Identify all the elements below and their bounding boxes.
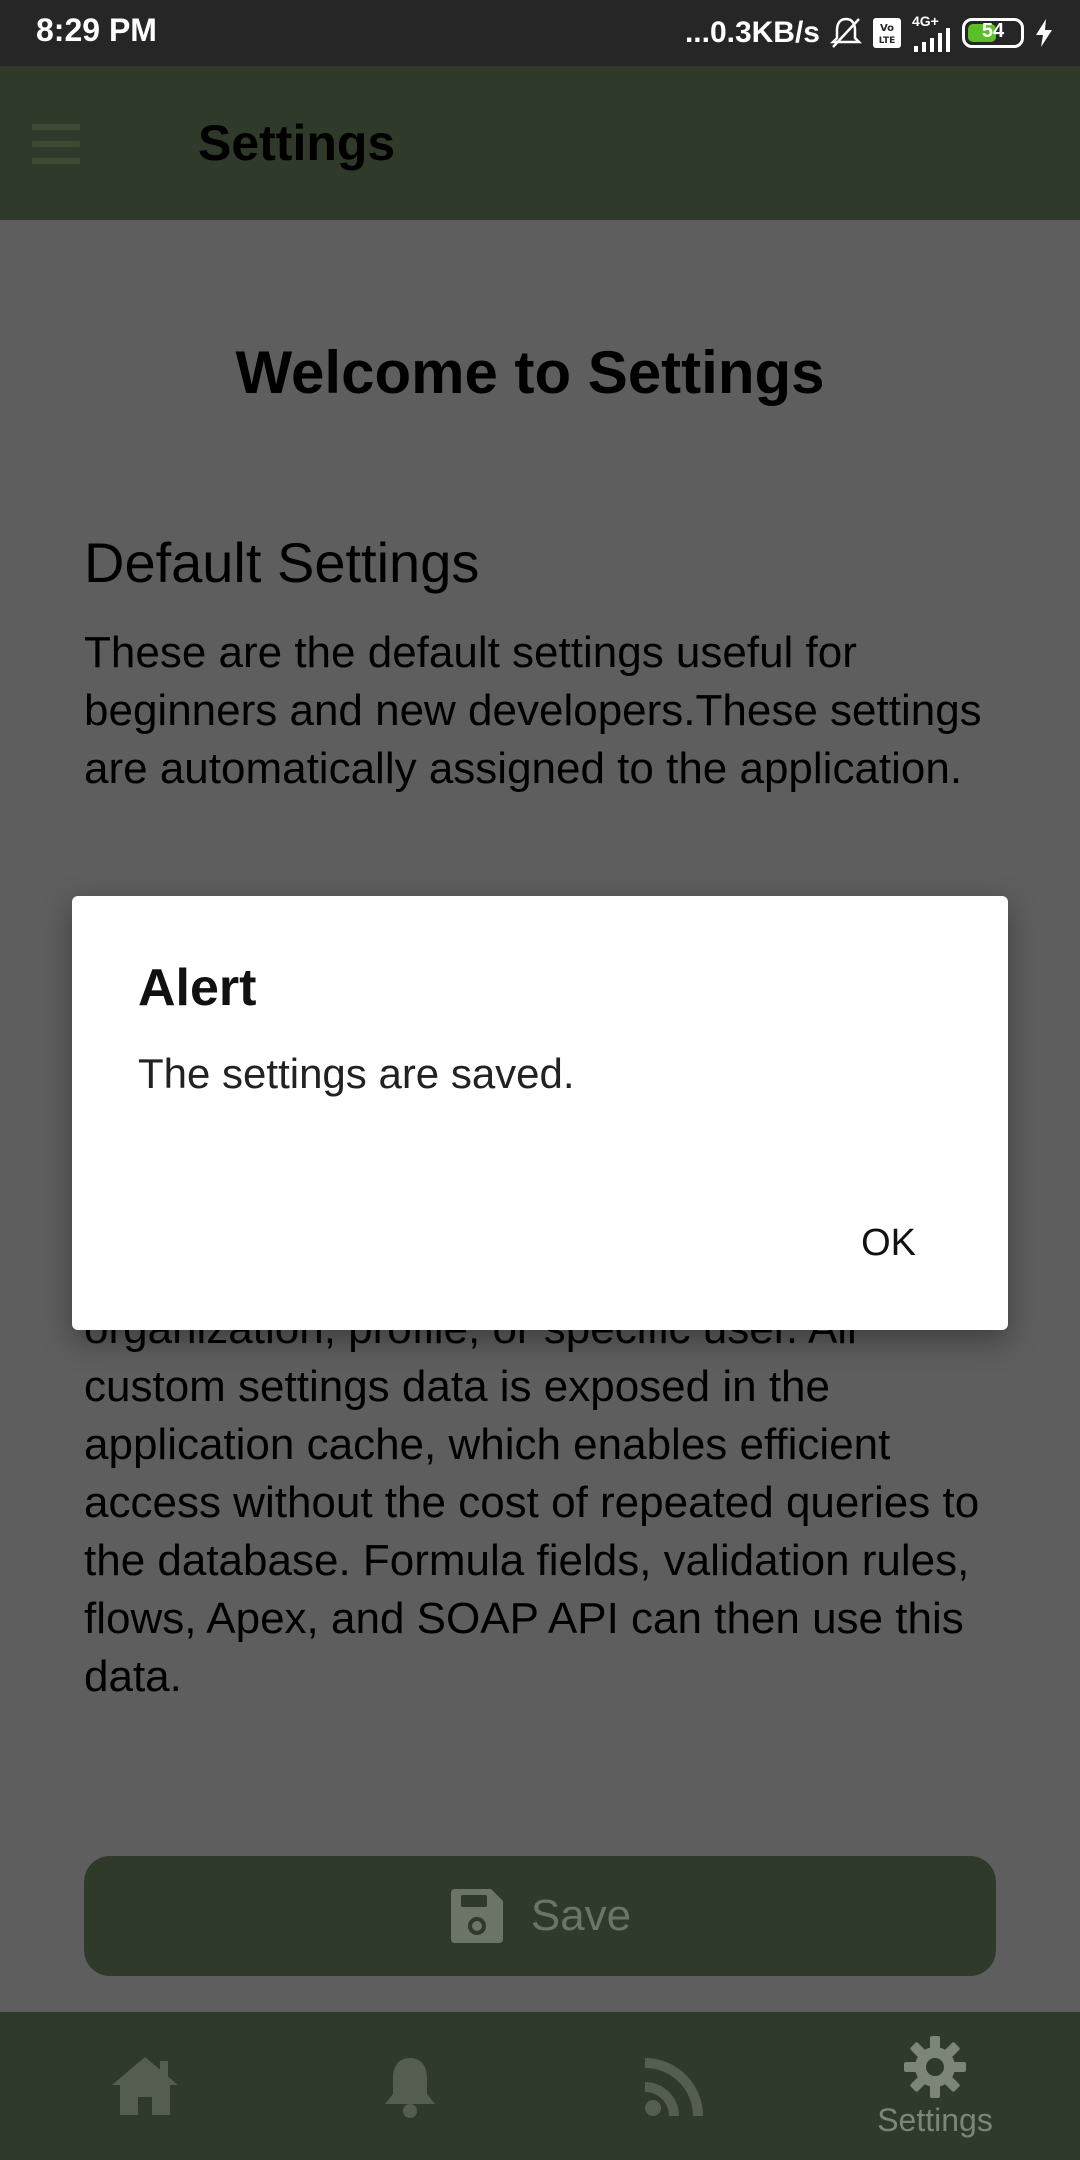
nav-item-notifications[interactable] bbox=[370, 2012, 450, 2160]
signal-icon bbox=[914, 28, 950, 52]
nav-item-settings[interactable]: Settings bbox=[860, 2012, 1010, 2160]
dialog-message: The settings are saved. bbox=[138, 1050, 575, 1097]
rss-icon bbox=[645, 2058, 703, 2116]
app-bar: Settings bbox=[0, 66, 1080, 220]
settings-icon bbox=[904, 2035, 966, 2098]
save-button[interactable]: Save bbox=[84, 1856, 996, 1976]
default-settings-title: Default Settings bbox=[84, 531, 480, 594]
status-time: 8:29 PM bbox=[36, 12, 157, 48]
mute-bell-icon bbox=[830, 17, 862, 48]
menu-icon[interactable] bbox=[32, 124, 80, 164]
page-title: Settings bbox=[198, 115, 396, 171]
bell-icon bbox=[385, 2058, 435, 2118]
network-type: 4G+ bbox=[912, 13, 939, 29]
status-bar: 8:29 PM ...0.3KB/s Vo LTE 4G+ 54 bbox=[0, 0, 1080, 66]
battery-icon: 54 bbox=[962, 18, 1024, 48]
save-button-label: Save bbox=[530, 1891, 632, 1940]
welcome-heading: Welcome to Settings bbox=[235, 339, 825, 406]
ok-button[interactable]: OK bbox=[861, 1222, 916, 1265]
dialog-title: Alert bbox=[138, 959, 257, 1017]
svg-text:Vo: Vo bbox=[880, 23, 894, 34]
volte-icon: Vo LTE bbox=[873, 18, 901, 48]
svg-text:LTE: LTE bbox=[879, 36, 896, 46]
save-icon bbox=[450, 1889, 503, 1943]
signal-group: 4G+ bbox=[912, 14, 952, 52]
status-icons: ...0.3KB/s Vo LTE 4G+ 54 bbox=[685, 12, 1054, 54]
home-icon bbox=[112, 2057, 178, 2115]
alert-dialog: Alert The settings are saved. OK bbox=[72, 896, 1008, 1330]
nav-item-home[interactable] bbox=[100, 2012, 190, 2160]
network-speed: ...0.3KB/s bbox=[684, 16, 820, 49]
default-settings-description: These are the default settings useful fo… bbox=[84, 628, 982, 793]
custom-settings-description: organization, profile, or specific user.… bbox=[84, 1304, 980, 1701]
nav-item-settings-label: Settings bbox=[877, 2101, 993, 2138]
charging-icon bbox=[1036, 19, 1052, 47]
bottom-navigation: Settings bbox=[0, 2012, 1080, 2160]
nav-item-feed[interactable] bbox=[630, 2012, 720, 2160]
battery-level: 54 bbox=[981, 20, 1005, 42]
